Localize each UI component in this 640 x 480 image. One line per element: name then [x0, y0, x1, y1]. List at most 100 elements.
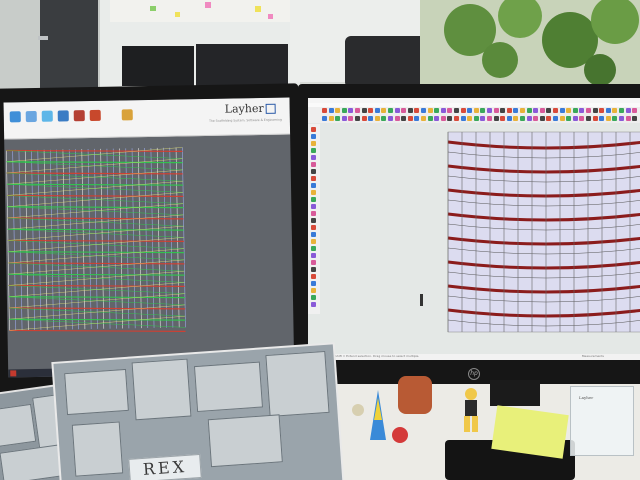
toolbar-icon[interactable] [368, 108, 374, 113]
toolbar-icon[interactable] [612, 108, 618, 113]
toolbar-icon[interactable] [619, 116, 624, 121]
start-icon[interactable] [10, 370, 17, 377]
toolbar-icon[interactable] [427, 116, 433, 121]
render-icon[interactable] [89, 109, 101, 122]
toolbar-icon[interactable] [566, 116, 572, 121]
toolbar-icon[interactable] [447, 116, 453, 121]
toolbar-icon[interactable] [440, 108, 446, 113]
toolbar-icon[interactable] [572, 108, 578, 113]
toolbar-icon[interactable] [328, 116, 334, 121]
toolbar-icon[interactable] [480, 108, 486, 113]
toolbar-icon[interactable] [447, 108, 453, 113]
toolbar-icon[interactable] [467, 108, 473, 113]
toolbar-icon[interactable] [526, 108, 532, 113]
toolbar-icon[interactable] [559, 116, 565, 121]
toolbar-icon[interactable] [335, 116, 341, 121]
toolbar-icon[interactable] [586, 116, 591, 121]
toolbar-icon[interactable] [454, 108, 459, 113]
toolbar-icon[interactable] [632, 108, 638, 113]
toolbar-icon[interactable] [407, 108, 413, 113]
toolbar-icon[interactable] [487, 108, 492, 113]
toolbar-icon[interactable] [355, 108, 360, 113]
toolbar-icon[interactable] [566, 108, 572, 113]
toolbar-icon[interactable] [394, 108, 400, 113]
toolbar-icon[interactable] [322, 108, 327, 113]
toolbar-icon[interactable] [341, 108, 347, 113]
toolbar-icon[interactable] [460, 108, 466, 113]
toolbar-icon[interactable] [414, 116, 420, 121]
toolbar-icon[interactable] [506, 108, 512, 113]
toolbar-icon[interactable] [460, 116, 466, 121]
toolbar-icon[interactable] [546, 108, 552, 113]
toolbar-icon[interactable] [572, 116, 578, 121]
copy-icon[interactable] [41, 110, 53, 122]
report-icon[interactable] [121, 109, 133, 121]
toolbar-icon[interactable] [348, 116, 354, 121]
toolbar-icon[interactable] [586, 108, 591, 113]
toolbar-icon[interactable] [625, 116, 631, 121]
toolbar-icon[interactable] [401, 108, 407, 113]
toolbar-icon[interactable] [341, 116, 347, 121]
toolbar-icon[interactable] [480, 116, 486, 121]
toolbar-icon[interactable] [539, 116, 545, 121]
toolbar-icon[interactable] [328, 108, 334, 113]
toolbar-icon[interactable] [335, 108, 341, 113]
toolbar-icon[interactable] [500, 108, 506, 113]
toolbar-icon[interactable] [427, 108, 433, 113]
toolbar-icon[interactable] [579, 108, 585, 113]
toolbar-icon[interactable] [526, 116, 532, 121]
scaffold-3d-model[interactable] [308, 124, 640, 354]
toolbar-icon[interactable] [592, 108, 598, 113]
toolbar-icon[interactable] [493, 108, 499, 113]
toolbar-icon[interactable] [355, 116, 360, 121]
material-icon[interactable] [57, 110, 69, 122]
toolbar-icon[interactable] [500, 116, 506, 121]
toolbar-icon[interactable] [539, 108, 545, 113]
toolbar-icon[interactable] [513, 108, 519, 113]
toolbar-icon[interactable] [553, 108, 558, 113]
toolbar-icon[interactable] [434, 116, 440, 121]
toolbar-icon[interactable] [599, 116, 605, 121]
toolbar-icon[interactable] [487, 116, 492, 121]
toolbar-icon[interactable] [473, 108, 479, 113]
toolbar-icon[interactable] [559, 108, 565, 113]
toolbar-icon[interactable] [605, 116, 611, 121]
toolbar-icon[interactable] [368, 116, 374, 121]
toolbar-icon[interactable] [421, 108, 426, 113]
toolbar-icon[interactable] [322, 116, 327, 121]
toolbar-icon[interactable] [414, 108, 420, 113]
toolbar-icon[interactable] [361, 116, 367, 121]
toolbar-icon[interactable] [579, 116, 585, 121]
export-icon[interactable] [73, 110, 85, 122]
toolbar-icon[interactable] [467, 116, 473, 121]
toolbar-icon[interactable] [592, 116, 598, 121]
toolbar-icon[interactable] [394, 116, 400, 121]
toolbar-icon[interactable] [473, 116, 479, 121]
toolbar-icon[interactable] [493, 116, 499, 121]
toolbar-icon[interactable] [553, 116, 558, 121]
toolbar-icon[interactable] [546, 116, 552, 121]
scaffold-wireframe-model[interactable] [4, 136, 294, 371]
toolbar-icon[interactable] [434, 108, 440, 113]
toolbar-icon[interactable] [401, 116, 407, 121]
toolbar-icon[interactable] [612, 116, 618, 121]
toolbar-icon[interactable] [374, 108, 380, 113]
open-icon[interactable] [25, 110, 37, 123]
toolbar-icon[interactable] [348, 108, 354, 113]
toolbar-icon[interactable] [374, 116, 380, 121]
toolbar-icon[interactable] [533, 116, 539, 121]
toolbar-icon[interactable] [513, 116, 519, 121]
toolbar-icon[interactable] [506, 116, 512, 121]
toolbar-icon[interactable] [388, 108, 393, 113]
toolbar-icon[interactable] [361, 108, 367, 113]
toolbar-icon[interactable] [454, 116, 459, 121]
toolbar-icon[interactable] [520, 108, 525, 113]
toolbar-icon[interactable] [632, 116, 638, 121]
toolbar-icon[interactable] [407, 116, 413, 121]
toolbar-icon[interactable] [533, 108, 539, 113]
new-file-icon[interactable] [9, 111, 21, 123]
toolbar-icon[interactable] [599, 108, 605, 113]
toolbar-icon[interactable] [619, 108, 624, 113]
toolbar-icon[interactable] [440, 116, 446, 121]
toolbar-icon[interactable] [388, 116, 393, 121]
